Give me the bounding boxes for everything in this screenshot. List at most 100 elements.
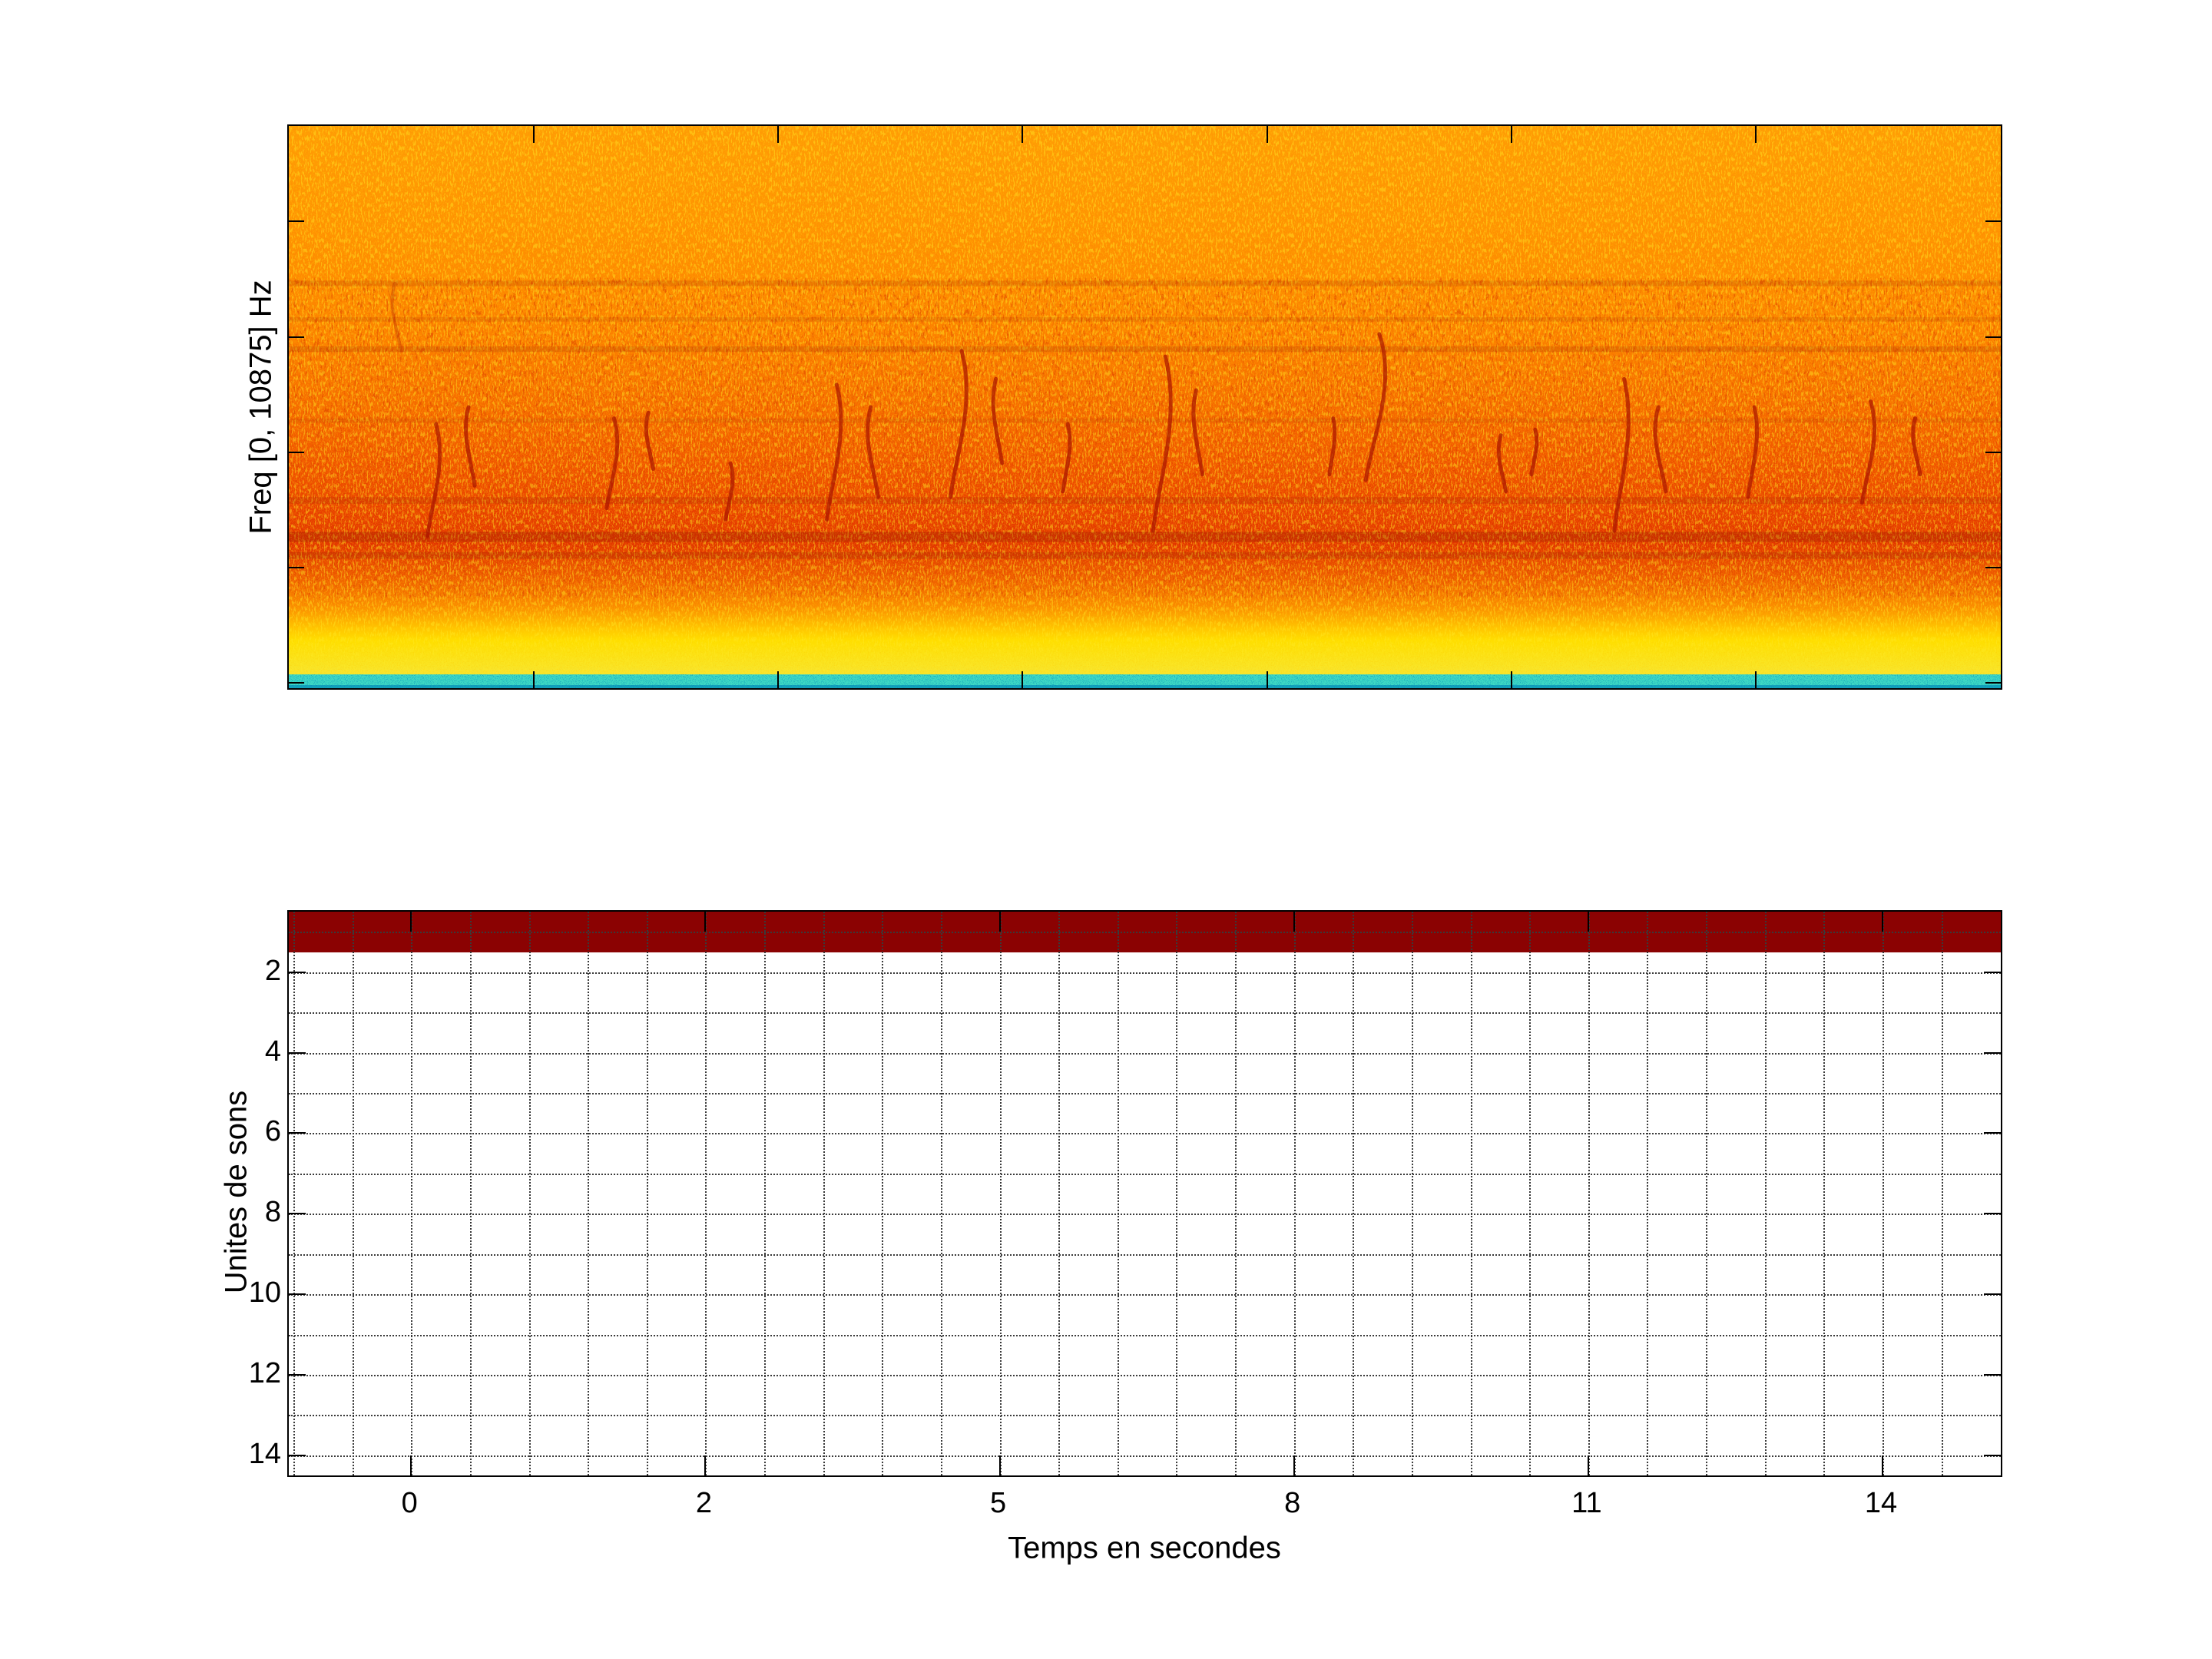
y-tick-mark: [1984, 971, 2001, 973]
x-tick-label: 5: [989, 1487, 1007, 1519]
time-axis-tick: [532, 671, 535, 688]
time-axis-tick: [777, 126, 779, 143]
x-tick-mark: [410, 912, 412, 932]
grid-line-vertical: [823, 912, 825, 1475]
y-tick-label: 14: [248, 1437, 281, 1470]
spectrogram-dark-band: [289, 418, 2001, 423]
grid-line-vertical: [999, 912, 1002, 1475]
y-tick-mark: [289, 1293, 306, 1296]
grid-line-vertical: [588, 912, 590, 1475]
x-tick-label: 14: [1864, 1487, 1898, 1519]
spectrogram-plot: [287, 124, 2002, 690]
grid-line-horizontal: [289, 1415, 2001, 1417]
freq-axis-tick: [1985, 220, 2001, 223]
grid-line-horizontal: [289, 1214, 2001, 1216]
freq-axis-tick: [289, 681, 304, 684]
grid-line-vertical: [1588, 912, 1590, 1475]
figure-canvas: { "figure": { "background": "#ffffff", "…: [0, 0, 2212, 1659]
grid-line-vertical: [1706, 912, 1708, 1475]
time-axis-tick: [1511, 126, 1513, 143]
grid-line-horizontal: [289, 1012, 2001, 1015]
time-axis-tick: [1755, 126, 1757, 143]
spectrogram-image: [289, 126, 2001, 688]
grid-line-vertical: [764, 912, 767, 1475]
grid-line-vertical: [293, 912, 295, 1475]
y-tick-label: 6: [264, 1115, 281, 1148]
x-tick-mark: [998, 1455, 1001, 1475]
grid-line-vertical: [1293, 912, 1296, 1475]
x-tick-mark: [704, 1455, 707, 1475]
freq-axis-tick: [289, 566, 304, 568]
grid-line-vertical: [1823, 912, 1826, 1475]
spectrogram-dark-band: [289, 316, 2001, 322]
y-tick-mark: [1984, 1213, 2001, 1215]
freq-axis-tick: [1985, 336, 2001, 338]
grid-line-horizontal: [289, 1294, 2001, 1296]
grid-line-vertical: [1470, 912, 1472, 1475]
grid-line-horizontal: [289, 1052, 2001, 1055]
grid-line-horizontal: [289, 1092, 2001, 1094]
time-axis-tick: [1022, 126, 1024, 143]
spectrogram-dark-band: [289, 551, 2001, 559]
y-tick-mark: [289, 1132, 306, 1134]
grid-line-vertical: [1529, 912, 1532, 1475]
spectrogram-dark-band: [289, 531, 2001, 542]
grid-line-vertical: [1117, 912, 1119, 1475]
x-tick-mark: [1293, 912, 1295, 932]
cyan-strip-noise: [289, 674, 2001, 688]
grid-line-vertical: [882, 912, 884, 1475]
grid-line-horizontal: [289, 1334, 2001, 1336]
y-tick-mark: [289, 1051, 306, 1054]
x-tick-mark: [704, 912, 707, 932]
grid-line-vertical: [352, 912, 354, 1475]
y-tick-mark: [289, 1373, 306, 1376]
grid-line-vertical: [1235, 912, 1237, 1475]
x-tick-label: 11: [1571, 1487, 1602, 1519]
grid-line-vertical: [411, 912, 413, 1475]
grid-line-vertical: [1411, 912, 1413, 1475]
y-tick-label: 10: [248, 1277, 281, 1310]
y-tick-mark: [1984, 1293, 2001, 1296]
y-tick-mark: [1984, 1051, 2001, 1054]
grid-line-vertical: [1883, 912, 1884, 1475]
grid-line-vertical: [940, 912, 942, 1475]
freq-axis-tick: [289, 220, 304, 223]
grid-line-vertical: [1353, 912, 1355, 1475]
y-tick-label: 4: [264, 1035, 281, 1068]
grid-line-vertical: [646, 912, 648, 1475]
y-tick-mark: [289, 1454, 306, 1456]
x-tick-mark: [1293, 1455, 1295, 1475]
grid-line-vertical: [1176, 912, 1178, 1475]
y-tick-label: 8: [264, 1196, 281, 1229]
time-axis-tick: [1266, 671, 1268, 688]
y-tick-label: 12: [248, 1356, 281, 1389]
x-tick-mark: [1882, 912, 1883, 932]
grid-line-vertical: [469, 912, 472, 1475]
freq-axis-tick: [1985, 451, 2001, 453]
units-plot: [287, 910, 2002, 1477]
spectrogram-dark-band: [289, 346, 2001, 353]
spectrogram-noise-fine: [289, 126, 2001, 688]
y-tick-mark: [1984, 1454, 2001, 1456]
grid-line-vertical: [1647, 912, 1649, 1475]
x-tick-mark: [410, 1455, 412, 1475]
time-axis-tick: [1511, 671, 1513, 688]
grid-line-vertical: [1764, 912, 1767, 1475]
grid-line-horizontal: [289, 932, 2001, 934]
spectrogram-ylabel: Freq [0, 10875] Hz: [243, 280, 278, 535]
x-tick-label: 2: [695, 1487, 712, 1519]
x-tick-label: 0: [401, 1487, 418, 1519]
spectrogram-dark-band: [289, 280, 2001, 286]
time-axis-tick: [532, 126, 535, 143]
freq-axis-tick: [1985, 681, 2001, 684]
y-tick-mark: [1984, 1373, 2001, 1376]
x-tick-mark: [1587, 912, 1589, 932]
freq-axis-tick: [1985, 566, 2001, 568]
grid-line-horizontal: [289, 1133, 2001, 1135]
freq-axis-tick: [289, 451, 304, 453]
grid-line-horizontal: [289, 1253, 2001, 1256]
x-tick-label: 8: [1284, 1487, 1301, 1519]
time-xlabel: Temps en secondes: [1008, 1531, 1281, 1565]
grid-line-horizontal: [289, 1173, 2001, 1175]
y-tick-mark: [289, 1213, 306, 1215]
